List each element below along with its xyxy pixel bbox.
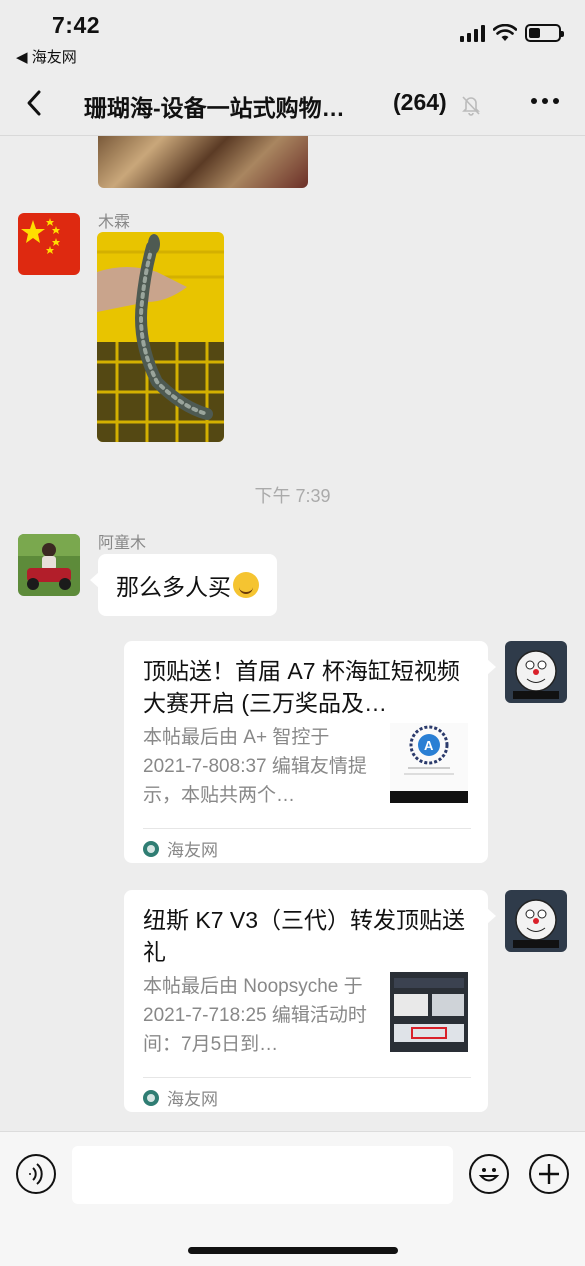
battery-icon — [525, 24, 564, 42]
sender-name: 木霖 — [98, 214, 131, 231]
message-timestamp: 下午 7:39 — [254, 486, 331, 506]
previous-image-message[interactable] — [98, 136, 308, 188]
chat-title[interactable]: 珊瑚海-设备一站式购物… — [84, 89, 345, 123]
link-card-source: 海友网 — [143, 836, 218, 861]
message-input[interactable] — [72, 1146, 453, 1204]
link-card-source: 海友网 — [143, 1085, 218, 1110]
chat-messages[interactable]: 木霖 下午 7:39 阿童木 那么多人买 顶贴送！首届 A7 杯海缸短视频大赛开… — [0, 136, 585, 1131]
back-to-app-link[interactable]: ◀ 海友网 — [16, 46, 77, 67]
message-input-bar — [0, 1131, 585, 1266]
bell-slash-icon — [462, 96, 480, 116]
k7-product-thumbnail — [390, 972, 468, 1052]
link-card[interactable]: 顶贴送！首届 A7 杯海缸短视频大赛开启 (三万奖品及… 本帖最后由 A+ 智控… — [124, 641, 496, 863]
emoji-icon[interactable] — [469, 1154, 509, 1194]
ellipsis-icon[interactable] — [531, 98, 559, 104]
link-card-description: 本帖最后由 A+ 智控于 2021-7-808:37 编辑友情提示，本贴共两个… — [143, 727, 367, 806]
link-card-title: 顶贴送！首届 A7 杯海缸短视频大赛开启 (三万奖品及… — [143, 658, 460, 716]
status-time: 7:42 — [52, 12, 101, 38]
link-card-divider — [143, 1077, 471, 1078]
message-text: 那么多人买 — [116, 574, 231, 600]
status-icons — [460, 24, 564, 42]
qr-code-thumbnail: A — [390, 723, 468, 803]
link-card-divider — [143, 828, 471, 829]
source-name: 海友网 — [167, 841, 218, 860]
plus-icon[interactable] — [529, 1154, 569, 1194]
source-name: 海友网 — [167, 1090, 218, 1109]
status-bar: 7:42 ◀ 海友网 — [0, 0, 585, 70]
cellular-signal-icon — [460, 24, 485, 42]
doraemon-avatar[interactable] — [505, 641, 567, 703]
text-message-bubble[interactable]: 那么多人买 — [90, 554, 277, 616]
wifi-icon — [493, 24, 517, 41]
laughing-crying-emoji — [233, 572, 259, 598]
source-app-icon — [143, 840, 159, 857]
voice-icon[interactable] — [16, 1154, 56, 1194]
china-flag-avatar[interactable] — [18, 213, 80, 275]
home-indicator[interactable] — [188, 1247, 398, 1254]
child-rc-car-avatar[interactable] — [18, 534, 80, 596]
baby-crocodile-photo[interactable] — [97, 232, 224, 442]
link-card[interactable]: 纽斯 K7 V3（三代）转发顶贴送礼 本帖最后由 Noopsyche 于 202… — [124, 890, 496, 1112]
svg-text:A: A — [424, 738, 434, 753]
source-app-icon — [143, 1089, 159, 1106]
link-card-description: 本帖最后由 Noopsyche 于 2021-7-718:25 编辑活动时间：7… — [143, 976, 367, 1055]
member-count: (264) — [393, 89, 447, 115]
sender-name: 阿童木 — [98, 535, 147, 552]
chat-header: 珊瑚海-设备一站式购物… (264) — [0, 70, 585, 136]
link-card-title: 纽斯 K7 V3（三代）转发顶贴送礼 — [143, 907, 466, 965]
chevron-left-icon[interactable] — [20, 88, 50, 118]
doraemon-avatar[interactable] — [505, 890, 567, 952]
